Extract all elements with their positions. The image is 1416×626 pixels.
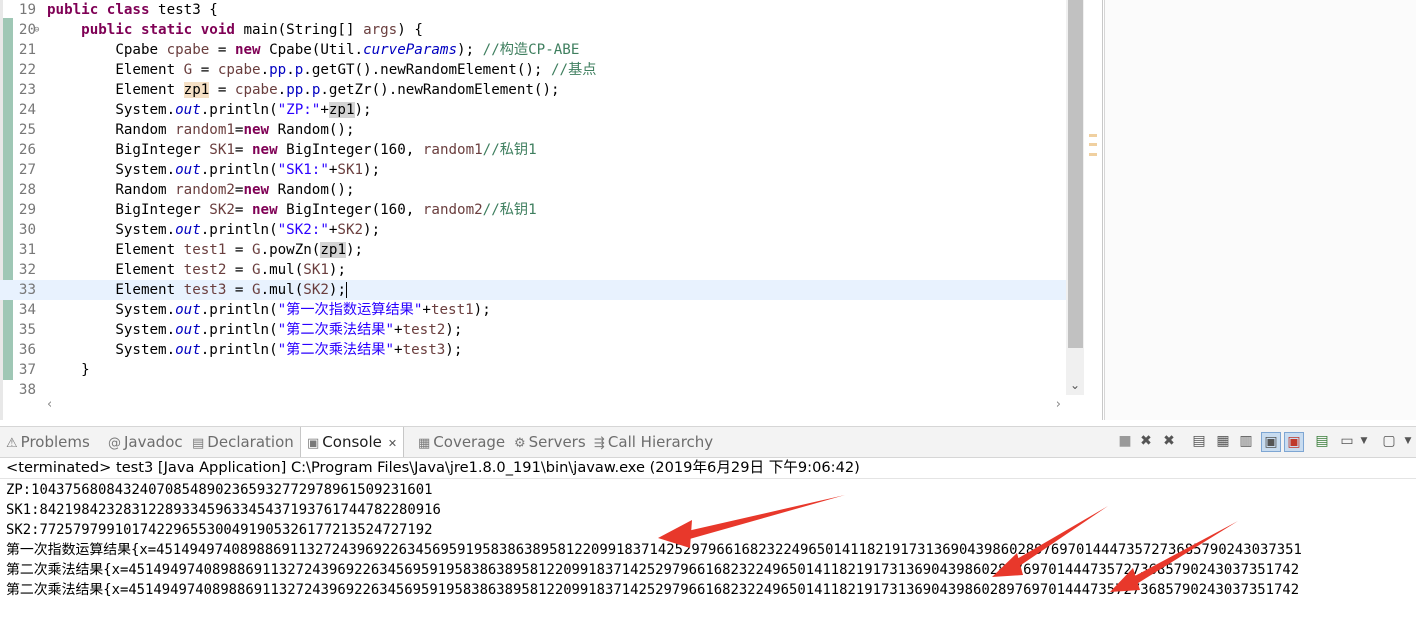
arrow-icon [992, 506, 1108, 577]
arrow-icon [1110, 521, 1238, 592]
arrow-icon [658, 495, 845, 548]
annotation-arrows [658, 495, 1238, 592]
